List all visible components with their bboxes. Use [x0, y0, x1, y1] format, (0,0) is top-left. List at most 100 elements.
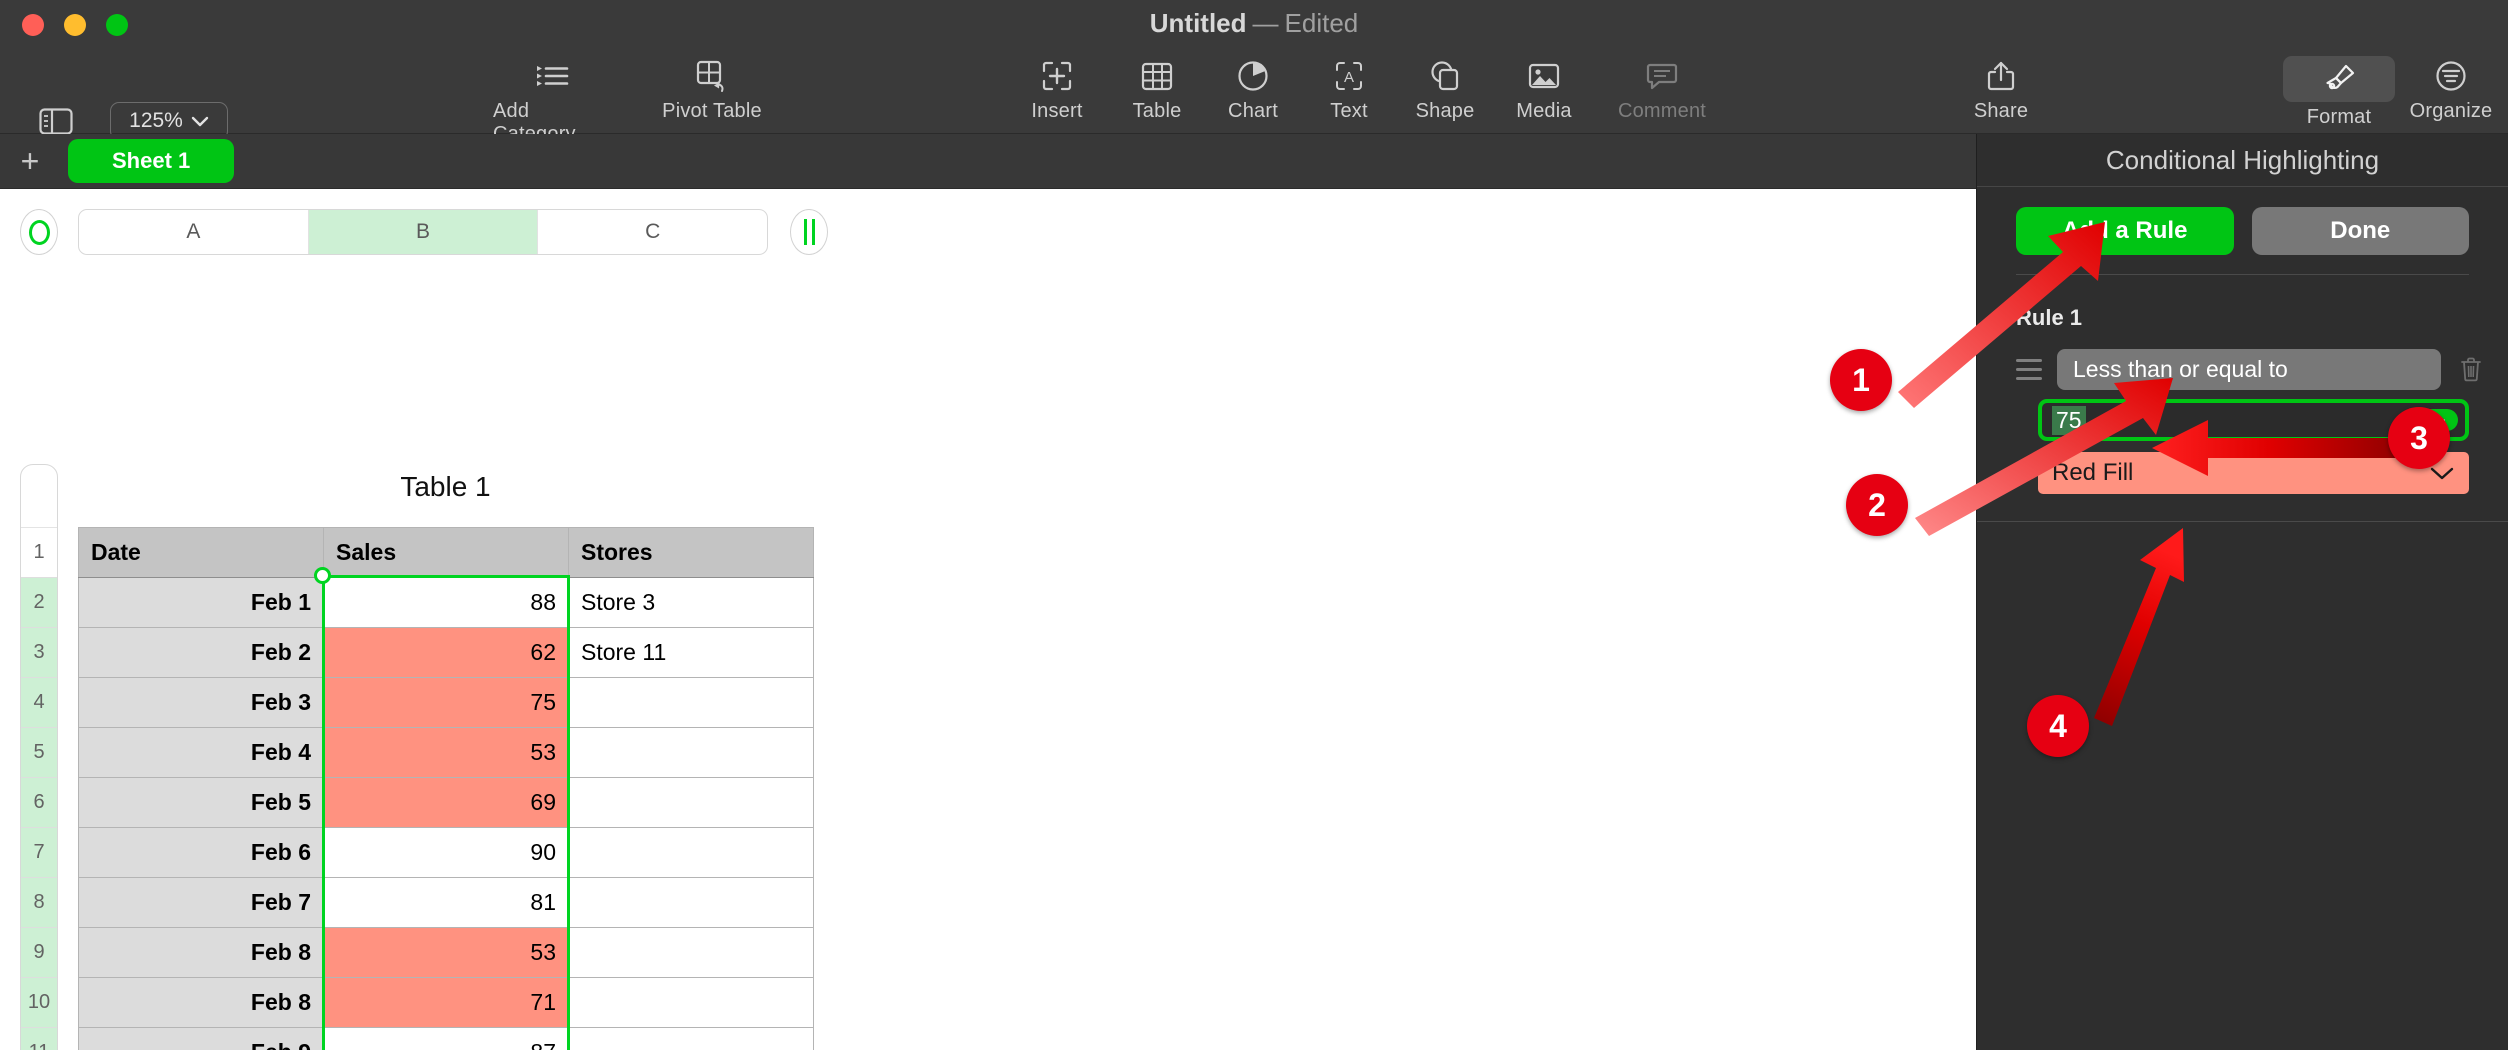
toolbar-format[interactable]: Format — [2279, 56, 2399, 129]
cell-date[interactable]: Feb 8 — [78, 977, 324, 1028]
toolbar-comment[interactable]: Comment — [1602, 56, 1722, 123]
sidebar-icon — [39, 107, 73, 135]
main-toolbar: View 125% Zoom Add Category — [0, 52, 2508, 170]
toolbar-share[interactable]: Share — [1941, 56, 2061, 123]
cell-date[interactable]: Feb 2 — [78, 627, 324, 678]
cell-stores[interactable] — [568, 977, 814, 1028]
toolbar-organize[interactable]: Organize — [2391, 56, 2508, 123]
column-header-cell-date[interactable]: Date — [78, 527, 324, 578]
cell-date[interactable]: Feb 5 — [78, 777, 324, 828]
row-header-7[interactable]: 7 — [21, 828, 57, 878]
add-sheet-button[interactable]: + — [0, 145, 60, 177]
cell-sales[interactable]: 69 — [323, 777, 569, 828]
cell-stores[interactable] — [568, 777, 814, 828]
cell-date[interactable]: Feb 4 — [78, 727, 324, 778]
table-row: Feb 6 90 — [78, 827, 814, 878]
fill-style-value: Red Fill — [2052, 459, 2134, 486]
cell-stores[interactable] — [568, 727, 814, 778]
sidebar-actions: Add a Rule Done — [1977, 187, 2508, 255]
toolbar-pivot-table[interactable]: Pivot Table — [652, 56, 772, 123]
cell-sales[interactable]: 87 — [323, 1027, 569, 1050]
rule-label: Rule 1 — [2016, 305, 2083, 330]
cell-sales[interactable]: 88 — [323, 577, 569, 628]
toolbar-add-category[interactable]: Add Category — [493, 56, 613, 146]
chevron-down-icon — [191, 116, 209, 126]
cell-date[interactable]: Feb 7 — [78, 877, 324, 928]
edited-status: Edited — [1284, 8, 1359, 38]
sheet-tab-sheet-1[interactable]: Sheet 1 — [68, 139, 235, 183]
cell-stores[interactable]: Store 11 — [568, 627, 814, 678]
cell-date[interactable]: Feb 1 — [78, 577, 324, 628]
toolbar-share-label: Share — [1973, 100, 2029, 122]
rule-row: Less than or equal to — [1977, 331, 2508, 390]
spreadsheet-canvas: A B C 1 2 3 4 5 6 7 8 9 10 11 12 13 14 — [0, 189, 1976, 1050]
cell-sales[interactable]: 81 — [323, 877, 569, 928]
row-header-8[interactable]: 8 — [21, 878, 57, 928]
value-input-text: 75 — [2052, 405, 2086, 435]
row-header-4[interactable]: 4 — [21, 678, 57, 728]
row-header-1[interactable]: 1 — [21, 528, 57, 578]
cell-stores[interactable] — [568, 827, 814, 878]
selection-handle[interactable] — [314, 567, 331, 584]
paintbrush-icon — [2283, 56, 2395, 102]
insert-icon — [1041, 56, 1073, 96]
column-header-c[interactable]: C — [538, 210, 767, 254]
share-upload-icon — [1987, 56, 2015, 96]
add-rule-button[interactable]: Add a Rule — [2016, 207, 2234, 255]
cell-date[interactable]: Feb 9 — [78, 1027, 324, 1050]
cell-sales[interactable]: 53 — [323, 927, 569, 978]
toolbar-media[interactable]: Media — [1484, 56, 1604, 123]
row-header-spacer — [21, 465, 57, 528]
sidebar-title: Conditional Highlighting — [1977, 134, 2508, 187]
cell-stores[interactable] — [568, 927, 814, 978]
row-header-5[interactable]: 5 — [21, 728, 57, 778]
cell-stores[interactable] — [568, 877, 814, 928]
column-header-cell-stores[interactable]: Stores — [568, 527, 814, 578]
zoom-value: 125% — [129, 109, 183, 132]
title-dash: — — [1252, 8, 1279, 38]
table-row: Feb 8 71 — [78, 977, 814, 1028]
table-title[interactable]: Table 1 — [78, 471, 813, 503]
svg-text:A: A — [1344, 69, 1354, 86]
cell-date[interactable]: Feb 6 — [78, 827, 324, 878]
condition-select[interactable]: Less than or equal to — [2057, 349, 2441, 390]
add-column-button[interactable] — [790, 209, 828, 255]
table-header-row: Date Sales Stores — [78, 527, 814, 578]
row-header-3[interactable]: 3 — [21, 628, 57, 678]
cell-stores[interactable] — [568, 1027, 814, 1050]
cell-sales[interactable]: 62 — [323, 627, 569, 678]
row-header-2[interactable]: 2 — [21, 578, 57, 628]
row-header-10[interactable]: 10 — [21, 978, 57, 1028]
cell-date[interactable]: Feb 8 — [78, 927, 324, 978]
annotation-badge-2: 2 — [1846, 474, 1908, 536]
title-bar: Untitled — Edited — [0, 0, 2508, 52]
column-headers: A B C — [78, 209, 768, 255]
drag-handle-icon[interactable] — [2016, 359, 2042, 380]
cell-sales[interactable]: 71 — [323, 977, 569, 1028]
table-row: Feb 8 53 — [78, 927, 814, 978]
cell-sales[interactable]: 75 — [323, 677, 569, 728]
cell-sales[interactable]: 53 — [323, 727, 569, 778]
view-button[interactable] — [30, 104, 82, 138]
row-header-9[interactable]: 9 — [21, 928, 57, 978]
column-header-cell-sales[interactable]: Sales — [323, 527, 569, 578]
toolbar-media-label: Media — [1516, 100, 1572, 122]
column-header-b[interactable]: B — [308, 210, 539, 254]
toolbar-organize-label: Organize — [2409, 100, 2493, 122]
column-header-a[interactable]: A — [79, 210, 309, 254]
table-handle-circle-button[interactable] — [20, 209, 58, 255]
done-button[interactable]: Done — [2251, 207, 2469, 255]
toolbar-pivot-table-label: Pivot Table — [662, 100, 762, 122]
cell-stores[interactable] — [568, 677, 814, 728]
text-box-icon: A — [1333, 56, 1365, 96]
table-row: Feb 9 87 — [78, 1027, 814, 1050]
row-header-6[interactable]: 6 — [21, 778, 57, 828]
circle-outline-icon — [28, 219, 50, 245]
annotation-badge-3: 3 — [2388, 407, 2450, 469]
row-header-11[interactable]: 11 — [21, 1028, 57, 1050]
cell-stores[interactable]: Store 3 — [568, 577, 814, 628]
cell-date[interactable]: Feb 3 — [78, 677, 324, 728]
cell-sales[interactable]: 90 — [323, 827, 569, 878]
chevron-down-icon — [2430, 467, 2454, 480]
trash-icon[interactable] — [2456, 356, 2486, 383]
